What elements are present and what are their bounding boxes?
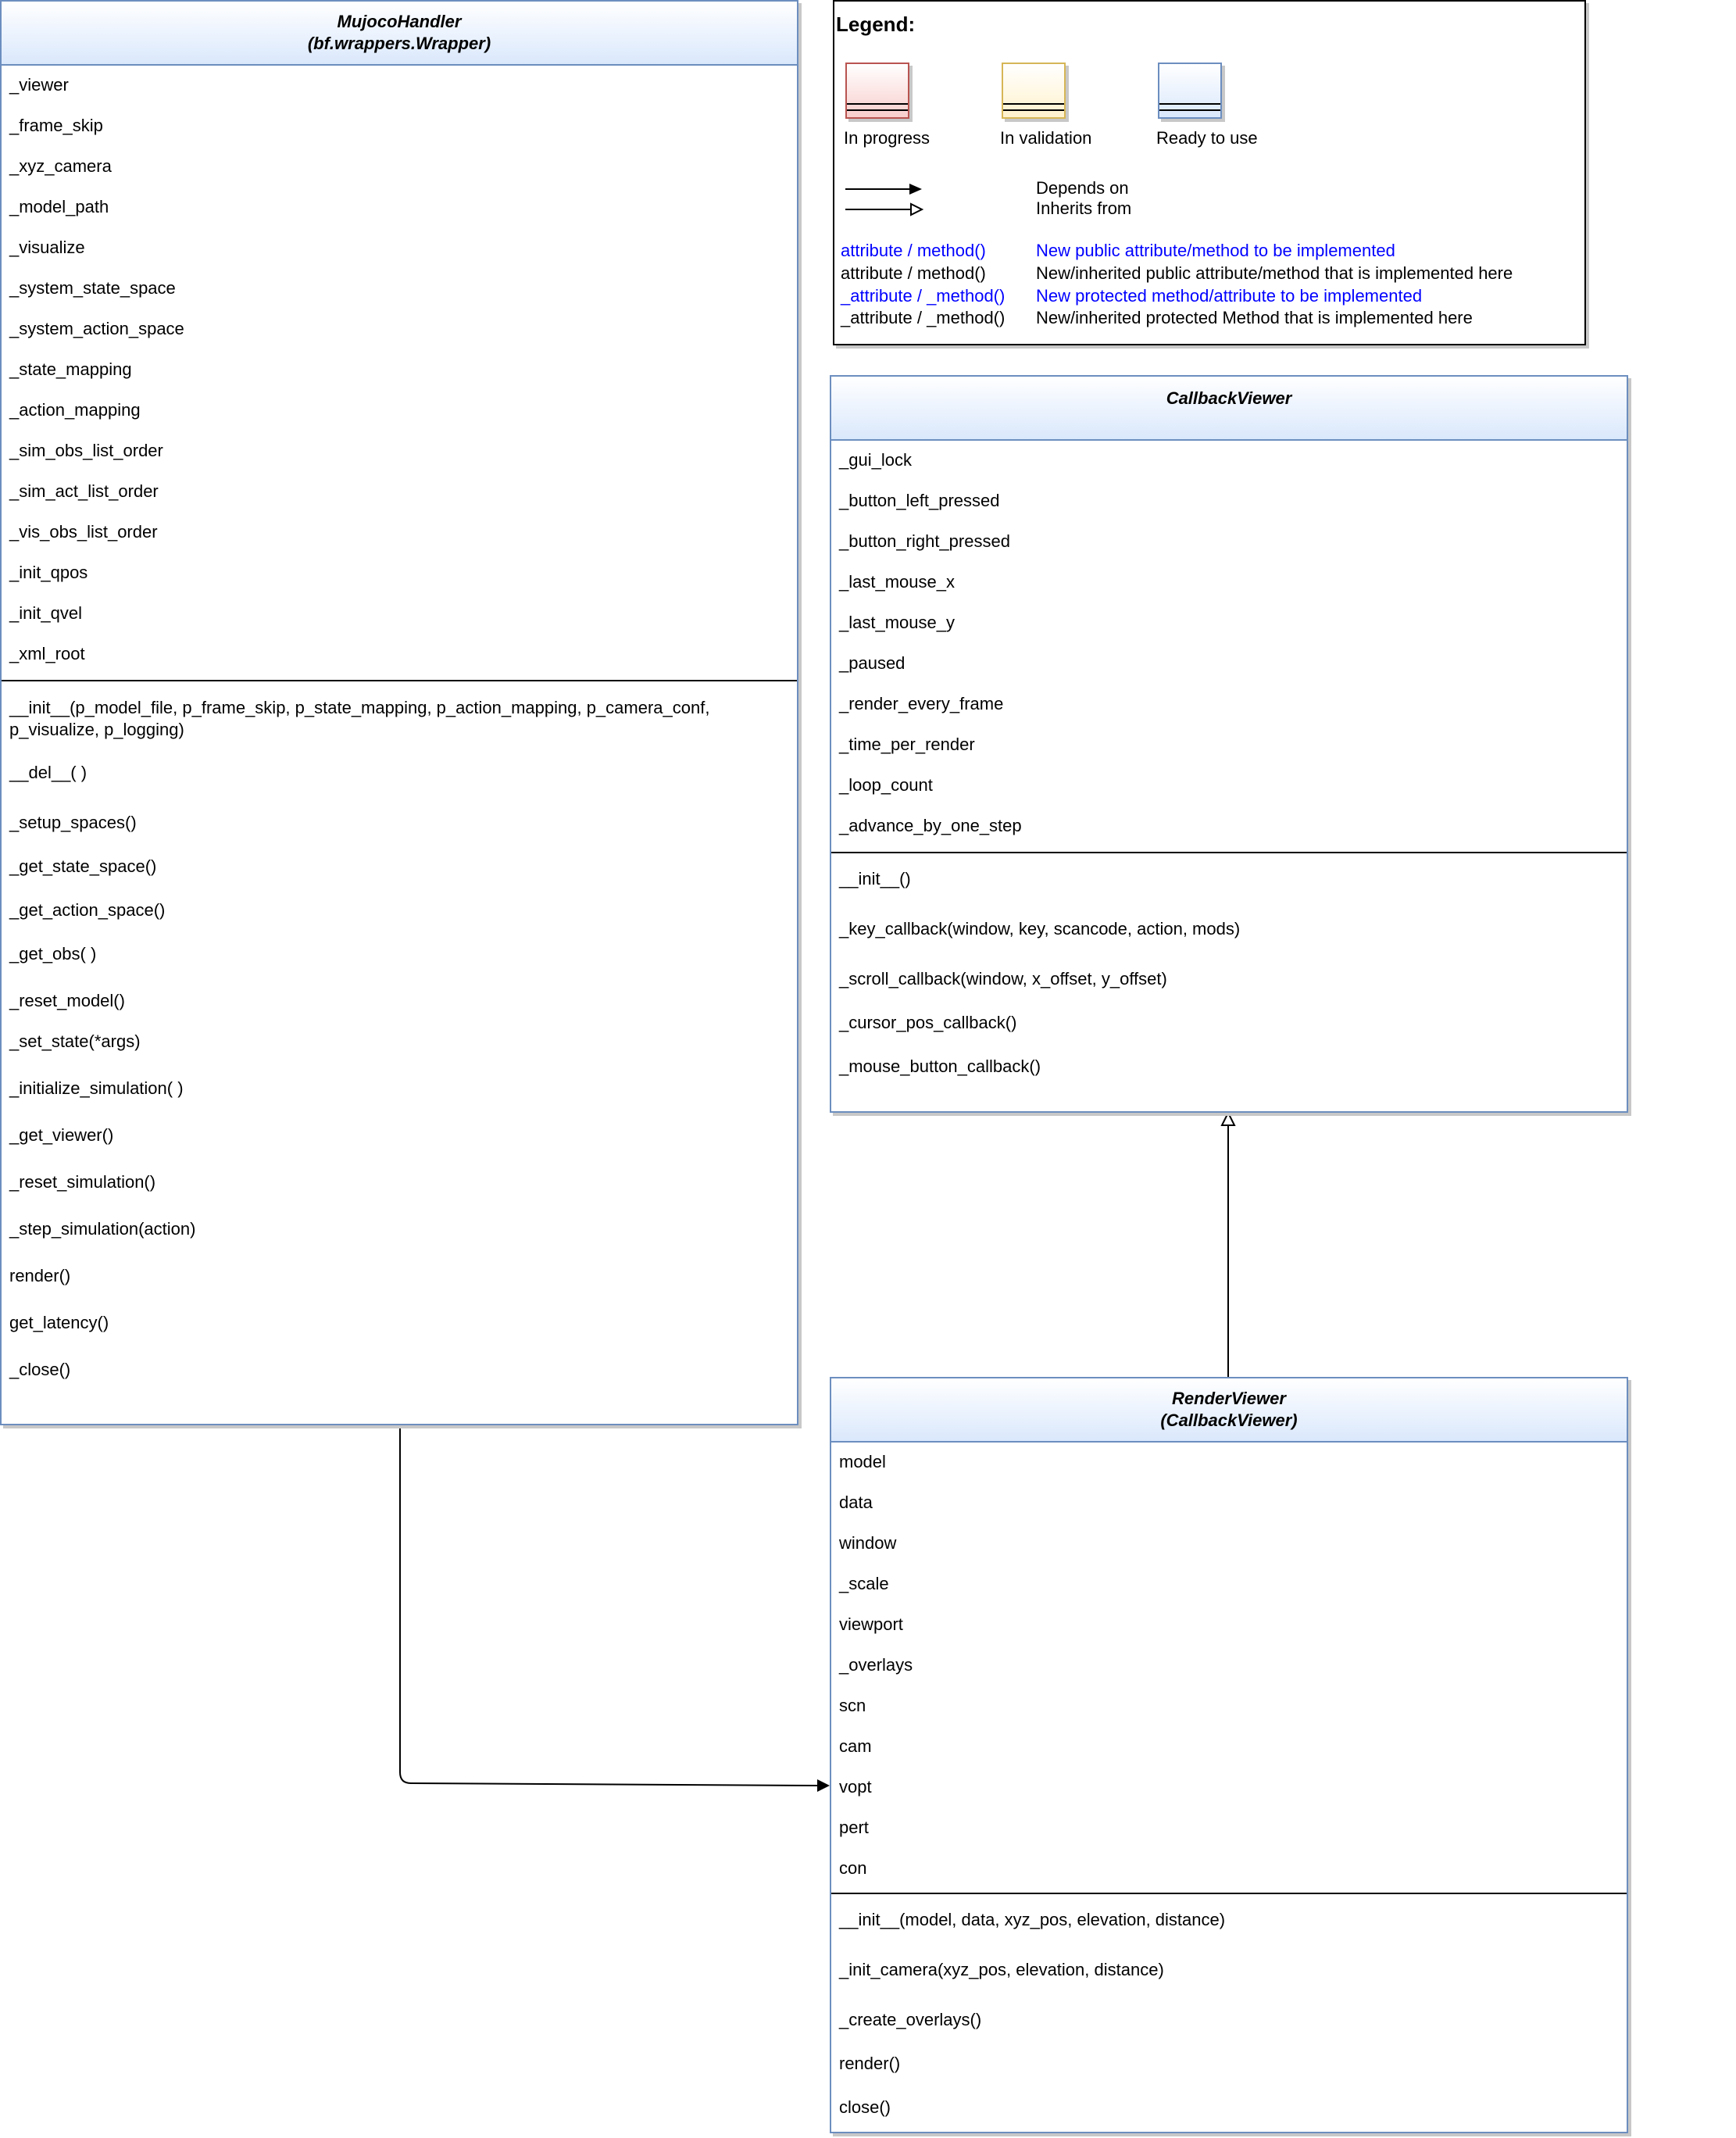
attribute: _state_mapping [9,359,132,379]
attribute: _frame_skip [9,116,103,135]
ready-to-use-label: Ready to use [1156,128,1258,148]
mujoco-handler-class[interactable]: MujocoHandler (bf.wrappers.Wrapper) _vie… [0,0,798,1425]
attribute: _system_action_space [9,319,184,338]
attribute: _action_mapping [9,400,141,420]
method: _get_viewer() [9,1125,114,1145]
method: __del__( ) [9,763,88,782]
legend-row-left: attribute / method() [841,241,986,260]
attribute: _model_path [9,197,109,216]
attribute: _last_mouse_x [839,572,955,592]
in-progress-label: In progress [844,128,931,148]
method: _get_state_space() [9,856,157,876]
attribute: vopt [839,1777,872,1797]
depends-on-arrowhead [817,1779,830,1792]
legend-row-right: New/inherited public attribute/method th… [1036,263,1513,283]
attribute: _init_qvel [9,603,82,623]
attribute: _button_right_pressed [839,531,1010,551]
method: _close() [9,1360,71,1379]
attribute: viewport [839,1614,903,1634]
attribute: _system_state_space [9,278,176,298]
render-viewer-header: RenderViewer (CallbackViewer) [831,1378,1627,1443]
attribute: model [839,1452,886,1471]
legend-row-right: New protected method/attribute to be imp… [1036,286,1423,306]
attribute: window [839,1533,897,1553]
inherits-from-label: Inherits from [1036,198,1132,218]
method: _key_callback(window, key, scancode, act… [839,919,1241,939]
method: __init__(p_model_file, p_frame_skip, p_s… [9,698,710,739]
attribute: _init_qpos [9,563,88,582]
class-title: CallbackViewer [1166,388,1292,408]
method: _set_state(*args) [9,1031,141,1051]
in-progress-swatch [845,63,909,119]
method: _step_simulation(action) [9,1219,196,1239]
attribute: _scale [839,1574,889,1593]
render-viewer-class[interactable]: RenderViewer (CallbackViewer) model data… [830,1377,1628,2133]
attribute: _sim_act_list_order [9,481,159,501]
method: _mouse_button_callback() [839,1056,1041,1076]
separator [831,1893,1627,1894]
class-subtitle: (CallbackViewer) [1160,1410,1298,1430]
separator [2,680,797,681]
legend-row-right: New/inherited protected Method that is i… [1036,308,1473,327]
method: _reset_model() [9,991,125,1010]
attribute: _render_every_frame [839,694,1004,713]
callback-viewer-header: CallbackViewer [831,377,1627,441]
method: _get_action_space() [9,900,166,920]
attribute: _xml_root [9,644,85,663]
legend-arrows [845,184,924,216]
attribute: cam [839,1736,872,1756]
method: close() [839,2097,891,2117]
class-title: RenderViewer [1172,1389,1286,1408]
legend-title: Legend: [836,13,916,36]
method: _initialize_simulation( ) [9,1078,184,1098]
legend-row-left: _attribute / _method() [841,286,1006,306]
attribute: _sim_obs_list_order [9,441,163,460]
method: __init__(model, data, xyz_pos, elevation… [839,1910,1226,1929]
method: _scroll_callback(window, x_offset, y_off… [839,969,1167,989]
attribute: _visualize [9,238,85,257]
class-title: MujocoHandler [337,12,462,31]
legend-row-left: attribute / method() [841,263,986,283]
attribute: _advance_by_one_step [839,816,1022,835]
legend: Legend: In progress In validation Ready … [833,0,1586,345]
separator [831,852,1627,853]
attribute: _gui_lock [839,450,912,470]
method: __init__() [839,869,911,888]
ready-to-use-swatch [1158,63,1222,119]
attribute: _overlays [839,1655,913,1675]
method: _init_camera(xyz_pos, elevation, distanc… [839,1960,1164,1979]
attribute: scn [839,1696,866,1715]
method: get_latency() [9,1313,109,1332]
legend-row-left: _attribute / _method() [841,308,1006,327]
attribute: _xyz_camera [9,156,112,176]
attribute: _vis_obs_list_order [9,522,158,542]
in-validation-swatch [1002,63,1066,119]
attribute: _viewer [9,75,69,95]
attribute: _button_left_pressed [839,491,1000,510]
method: _create_overlays() [839,2010,982,2029]
attribute: _time_per_render [839,735,975,754]
callback-viewer-class[interactable]: CallbackViewer _gui_lock _button_left_pr… [830,375,1628,1113]
attribute: _loop_count [839,775,933,795]
attribute: _last_mouse_y [839,613,955,632]
in-validation-label: In validation [1000,128,1092,148]
attribute: _paused [839,653,906,673]
attribute: data [839,1493,873,1512]
method: render() [839,2054,901,2073]
method: _get_obs( ) [9,944,97,964]
method: _reset_simulation() [9,1172,156,1192]
mujoco-handler-header: MujocoHandler (bf.wrappers.Wrapper) [2,2,797,66]
depends-on-label: Depends on [1036,178,1129,198]
attribute: pert [839,1818,869,1837]
method: render() [9,1266,71,1285]
inherits-from-arrowhead [1220,1110,1236,1126]
method: _cursor_pos_callback() [839,1013,1017,1032]
method: _setup_spaces() [9,813,137,832]
attribute: con [839,1858,867,1878]
class-subtitle: (bf.wrappers.Wrapper) [307,34,491,53]
depends-on-arrow [399,1424,820,1786]
legend-row-right: New public attribute/method to be implem… [1036,241,1395,260]
